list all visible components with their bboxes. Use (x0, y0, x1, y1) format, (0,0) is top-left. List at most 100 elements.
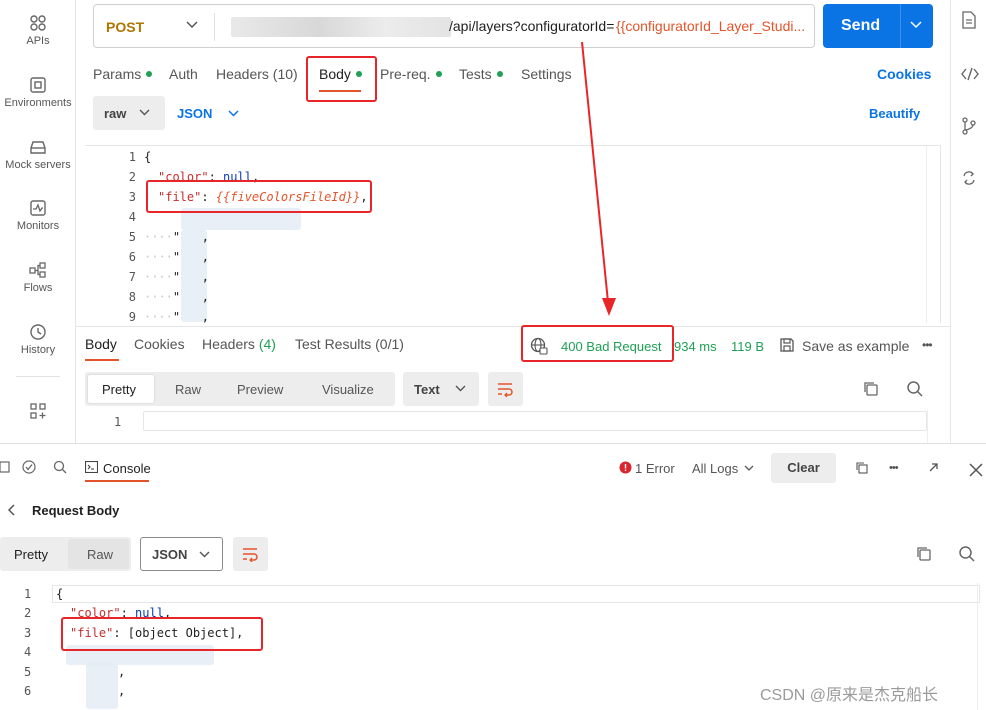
search-icon[interactable] (53, 460, 67, 474)
search-icon[interactable] (906, 380, 924, 398)
sidebar-item-label: APIs (26, 35, 50, 47)
tab-headers[interactable]: Headers (10) (216, 66, 298, 82)
tab-auth[interactable]: Auth (169, 66, 198, 82)
close-icon[interactable] (969, 463, 983, 477)
send-label: Send (841, 17, 881, 34)
response-divider (76, 326, 950, 327)
chevron-down-icon[interactable] (744, 465, 754, 471)
wrap-lines-icon (498, 383, 513, 397)
history-icon (30, 324, 46, 340)
active-tab-underline (85, 480, 149, 482)
sidebar-item-environments[interactable]: Environments (0, 76, 76, 109)
url-host-blurred (231, 17, 451, 37)
line-number: 1 (114, 415, 122, 429)
view-pretty[interactable]: Pretty (102, 382, 136, 397)
line-number: 3 (128, 190, 136, 204)
view-raw[interactable]: Raw (175, 382, 201, 397)
view-visualize[interactable]: Visualize (322, 382, 374, 397)
documentation-icon[interactable] (961, 11, 977, 29)
copy-icon[interactable] (856, 462, 868, 474)
log-level-select[interactable]: All Logs (692, 461, 738, 476)
error-count[interactable]: 1 Error (635, 461, 675, 476)
console-view-tabs: Pretty Raw (0, 537, 131, 571)
console-format-select[interactable]: JSON (140, 537, 223, 571)
body-language-select[interactable]: JSON (177, 105, 247, 123)
view-preview[interactable]: Preview (237, 382, 283, 397)
line-number: 6 (24, 684, 32, 698)
line-gutter: 1 2 3 4 5 6 7 8 9 (85, 146, 139, 324)
git-branch-icon[interactable] (961, 117, 977, 135)
tab-response-headers[interactable]: Headers (4) (202, 336, 276, 352)
send-divider (900, 4, 901, 48)
chevron-down-icon[interactable] (186, 21, 198, 29)
body-mode-label: raw (104, 106, 127, 121)
send-button[interactable]: Send (823, 4, 933, 48)
console-section-title: Request Body (32, 503, 120, 518)
url-variable[interactable]: {{configuratorId_Layer_Studi... (616, 18, 812, 34)
line-number: 7 (128, 270, 136, 284)
cookies-link[interactable]: Cookies (877, 66, 931, 82)
format-label: Text (414, 382, 440, 397)
request-body-editor[interactable]: 1 2 3 4 5 6 7 8 9 { "color": null, "file… (85, 145, 941, 324)
tab-count: (4) (258, 336, 276, 352)
response-time[interactable]: 934 ms (674, 339, 717, 354)
sidebar-item-label: Flows (23, 282, 53, 294)
more-options-button[interactable]: ••• (922, 338, 933, 352)
tab-response-body[interactable]: Body (85, 336, 117, 352)
method-select[interactable]: POST (106, 19, 144, 35)
expand-icon[interactable] (928, 462, 939, 473)
status-dot (146, 71, 153, 78)
scrollbar[interactable] (977, 583, 986, 710)
sidebar-item-history[interactable]: History (0, 323, 76, 356)
view-pretty[interactable]: Pretty (14, 547, 48, 562)
wrap-lines-button[interactable] (488, 372, 523, 406)
scrollbar[interactable] (927, 410, 941, 443)
tab-tests[interactable]: Tests (459, 66, 503, 82)
chevron-down-icon (199, 551, 210, 558)
view-raw[interactable]: Raw (87, 547, 113, 562)
tab-settings[interactable]: Settings (521, 66, 572, 82)
wrap-lines-button[interactable] (233, 537, 268, 571)
beautify-button[interactable]: Beautify (869, 106, 920, 121)
save-as-example-button[interactable]: Save as example (802, 338, 909, 354)
url-input[interactable]: /api/layers?configuratorId= (449, 18, 614, 34)
tab-response-cookies[interactable]: Cookies (134, 336, 185, 352)
sidebar-item-apis[interactable]: APIs (0, 14, 76, 47)
copy-icon[interactable] (863, 381, 879, 397)
line-number: 6 (128, 250, 136, 264)
code-line: ····" , (144, 270, 210, 284)
url-bar: POST /api/layers?configuratorId= {{confi… (93, 4, 815, 48)
sidebar-configure-workbench[interactable] (0, 402, 76, 423)
check-circle-icon[interactable] (22, 460, 36, 474)
search-icon[interactable] (958, 545, 976, 563)
response-size[interactable]: 119 B (731, 339, 764, 354)
code-icon[interactable] (961, 66, 979, 82)
sidebar-item-flows[interactable]: Flows (0, 261, 76, 294)
active-line (52, 585, 980, 603)
sidebar-item-label: Monitors (16, 220, 60, 232)
watermark: CSDN @原来是杰克船长 (760, 687, 939, 704)
response-body-viewer[interactable]: 1 (85, 410, 941, 443)
tab-params[interactable]: Params (93, 66, 153, 82)
response-format-select[interactable]: Text (403, 372, 479, 406)
chevron-left-icon[interactable] (8, 504, 16, 516)
line-number: 2 (24, 606, 32, 620)
save-icon (780, 338, 794, 352)
copy-icon[interactable] (916, 546, 932, 562)
tab-console[interactable]: Console (103, 461, 151, 476)
tab-test-results[interactable]: Test Results (0/1) (295, 336, 404, 352)
chevron-down-icon[interactable] (910, 21, 922, 29)
chevron-down-icon (455, 385, 466, 392)
wrap-lines-icon (243, 548, 258, 562)
scrollbar[interactable] (926, 146, 940, 323)
sidebar-item-mock-servers[interactable]: Mock servers (0, 138, 76, 171)
tab-prereq[interactable]: Pre-req. (380, 66, 442, 82)
sidebar-toggle-icon[interactable] (0, 461, 10, 473)
line-number: 9 (128, 310, 136, 324)
tab-label: Pre-req. (380, 66, 431, 82)
body-mode-select[interactable]: raw (93, 96, 165, 130)
console-more-button[interactable]: ••• (889, 462, 899, 474)
clear-button[interactable]: Clear (771, 453, 836, 483)
related-collections-icon[interactable] (961, 170, 977, 186)
sidebar-item-monitors[interactable]: Monitors (0, 199, 76, 232)
